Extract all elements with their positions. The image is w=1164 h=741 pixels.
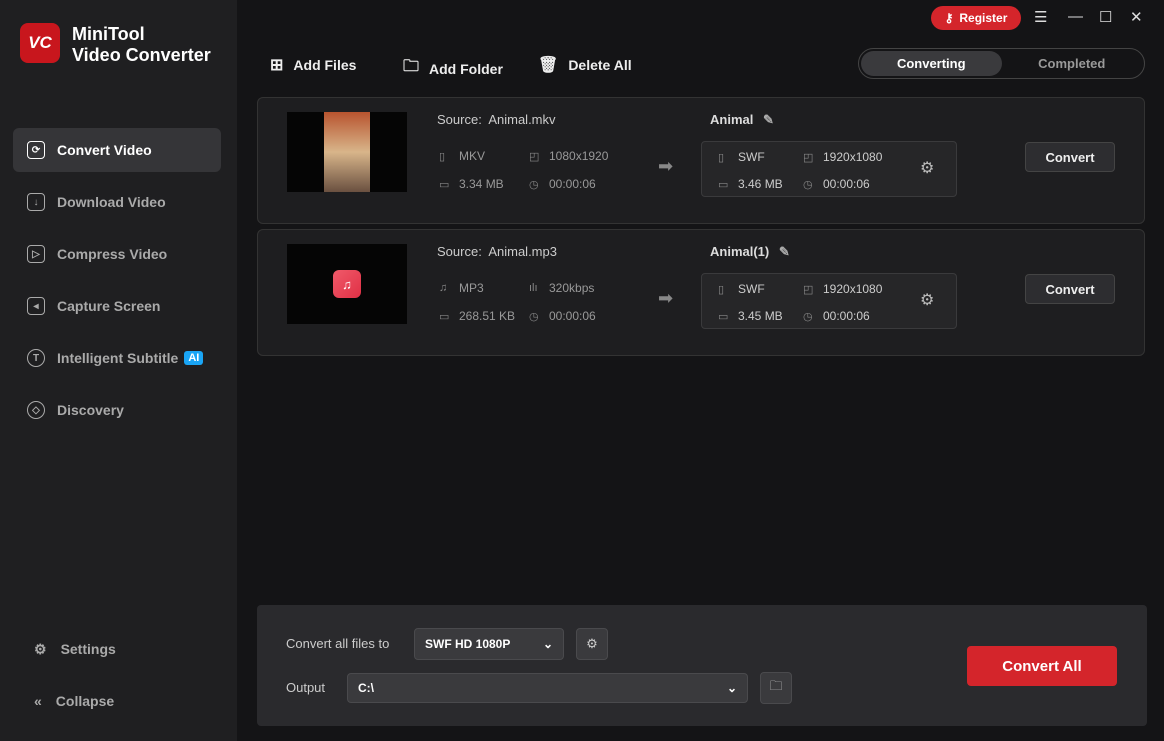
video-file-icon: ▯ <box>718 151 725 164</box>
format-settings-button[interactable]: ⚙ <box>576 628 608 660</box>
folder-icon: ▭ <box>439 310 450 323</box>
source-format: ♫ MP3 <box>439 281 484 295</box>
convert-all-button[interactable]: Convert All <box>967 646 1117 686</box>
plus-icon: ⊞ <box>270 57 284 74</box>
resolution-icon: ◰ <box>803 151 814 164</box>
add-folder-button[interactable]: 🗀 Add Folder <box>403 55 503 82</box>
folder-plus-icon: 🗀 <box>403 58 420 75</box>
output-name: Animal ✎ <box>710 112 774 127</box>
output-label: Output <box>286 680 326 695</box>
register-button[interactable]: ⚷ Register <box>931 6 1021 30</box>
menu-icon[interactable]: ☰ <box>1034 8 1047 26</box>
waveform-icon: ılı <box>529 282 538 294</box>
maximize-icon[interactable]: ☐ <box>1099 8 1112 26</box>
convert-button[interactable]: Convert <box>1025 142 1115 172</box>
output-settings[interactable]: ▯ SWF ◰ 1920x1080 ▭ 3.46 MB ◷ 00:00:06 ⚙ <box>701 141 957 197</box>
collapse-button[interactable]: «Collapse <box>20 679 228 723</box>
sidebar-item-intelligent-subtitle[interactable]: T Intelligent Subtitle AI <box>13 336 221 380</box>
ai-badge: AI <box>184 351 204 365</box>
file-settings-icon[interactable]: ⚙ <box>920 290 934 310</box>
convert-icon: ⟳ <box>27 141 45 159</box>
sidebar-item-download-video[interactable]: ↓ Download Video <box>13 180 221 224</box>
gear-icon: ⚙ <box>34 640 47 657</box>
source-name: Source: Animal.mp3 <box>437 244 557 259</box>
gear-icon: ⚙ <box>586 636 598 651</box>
tab-converting[interactable]: Converting <box>861 51 1002 76</box>
chevron-down-icon: ⌄ <box>542 637 553 651</box>
add-files-button[interactable]: ⊞ Add Files <box>270 55 356 75</box>
output-size: ▭ 3.46 MB <box>718 177 783 191</box>
app-logo: VC <box>20 23 60 63</box>
output-size: ▭ 3.45 MB <box>718 309 783 323</box>
source-format: ▯ MKV <box>439 149 486 163</box>
folder-icon: ▭ <box>718 310 729 323</box>
chevron-down-icon: ⌄ <box>726 681 737 695</box>
close-icon[interactable]: ✕ <box>1130 8 1143 26</box>
source-size: ▭ 268.51 KB <box>439 309 516 323</box>
folder-icon: ▭ <box>439 178 450 191</box>
source-resolution: ◰ 1080x1920 <box>529 149 609 163</box>
resolution-icon: ◰ <box>803 283 814 296</box>
resolution-icon: ◰ <box>529 150 540 163</box>
sidebar-item-convert-video[interactable]: ⟳ Convert Video <box>13 128 221 172</box>
convert-button[interactable]: Convert <box>1025 274 1115 304</box>
sidebar: VC MiniTool Video Converter ⟳ Convert Vide… <box>0 0 237 741</box>
video-file-icon: ▯ <box>718 283 725 296</box>
sidebar-item-capture-screen[interactable]: ◂ Capture Screen <box>13 284 221 328</box>
sidebar-item-compress-video[interactable]: ▷ Compress Video <box>13 232 221 276</box>
key-icon: ⚷ <box>944 11 954 25</box>
video-thumbnail <box>287 112 407 192</box>
thumbnail-image <box>324 112 370 192</box>
clock-icon: ◷ <box>803 178 813 191</box>
compass-icon: ◇ <box>27 401 45 419</box>
folder-icon: 🗀 <box>769 678 783 693</box>
status-tabs: Converting Completed <box>858 48 1145 79</box>
output-duration: ◷ 00:00:06 <box>803 177 870 191</box>
output-duration: ◷ 00:00:06 <box>803 309 870 323</box>
output-path-select[interactable]: C:\ ⌄ <box>347 673 748 703</box>
open-folder-button[interactable]: 🗀 <box>760 672 792 704</box>
download-icon: ↓ <box>27 193 45 211</box>
convert-all-label: Convert all files to <box>286 636 390 651</box>
video-file-icon: ▯ <box>439 150 446 163</box>
output-name: Animal(1) ✎ <box>710 244 790 259</box>
output-format: ▯ SWF <box>718 150 765 164</box>
format-select[interactable]: SWF HD 1080P ⌄ <box>414 628 564 660</box>
edit-icon[interactable]: ✎ <box>763 112 774 127</box>
arrow-right-icon: ➡ <box>658 156 674 176</box>
compress-icon: ▷ <box>27 245 45 263</box>
minimize-icon[interactable]: — <box>1068 8 1083 25</box>
source-duration: ◷ 00:00:06 <box>529 309 596 323</box>
file-settings-icon[interactable]: ⚙ <box>920 158 934 178</box>
file-card: ♫ Source: Animal.mp3 ♫ MP3 ılı 320kbps ▭ 26… <box>257 229 1145 356</box>
clock-icon: ◷ <box>529 178 539 191</box>
trash-icon: 🗑 <box>538 57 559 74</box>
app-name: MiniTool Video Converter <box>72 24 211 65</box>
delete-all-button[interactable]: 🗑 Delete All <box>538 55 632 75</box>
tab-completed[interactable]: Completed <box>1002 51 1143 76</box>
source-duration: ◷ 00:00:06 <box>529 177 596 191</box>
audio-thumbnail: ♫ <box>287 244 407 324</box>
music-icon: ♫ <box>333 270 361 298</box>
source-size: ▭ 3.34 MB <box>439 177 504 191</box>
arrow-right-icon: ➡ <box>658 288 674 308</box>
output-resolution: ◰ 1920x1080 <box>803 150 883 164</box>
output-settings[interactable]: ▯ SWF ◰ 1920x1080 ▭ 3.45 MB ◷ 00:00:06 ⚙ <box>701 273 957 329</box>
edit-icon[interactable]: ✎ <box>779 244 790 259</box>
settings-button[interactable]: ⚙ Settings <box>20 627 228 671</box>
source-name: Source: Animal.mkv <box>437 112 556 127</box>
camera-icon: ◂ <box>27 297 45 315</box>
source-bitrate: ılı 320kbps <box>529 281 595 295</box>
output-format: ▯ SWF <box>718 282 765 296</box>
file-card: Source: Animal.mkv ▯ MKV ◰ 1080x1920 ▭ 3.34… <box>257 97 1145 224</box>
folder-icon: ▭ <box>718 178 729 191</box>
clock-icon: ◷ <box>803 310 813 323</box>
sidebar-item-discovery[interactable]: ◇ Discovery <box>13 388 221 432</box>
clock-icon: ◷ <box>529 310 539 323</box>
bottom-panel: Convert all files to SWF HD 1080P ⌄ ⚙ Out… <box>257 605 1147 726</box>
music-note-icon: ♫ <box>439 282 448 294</box>
output-resolution: ◰ 1920x1080 <box>803 282 883 296</box>
chevron-left-icon: « <box>34 693 42 709</box>
subtitle-icon: T <box>27 349 45 367</box>
